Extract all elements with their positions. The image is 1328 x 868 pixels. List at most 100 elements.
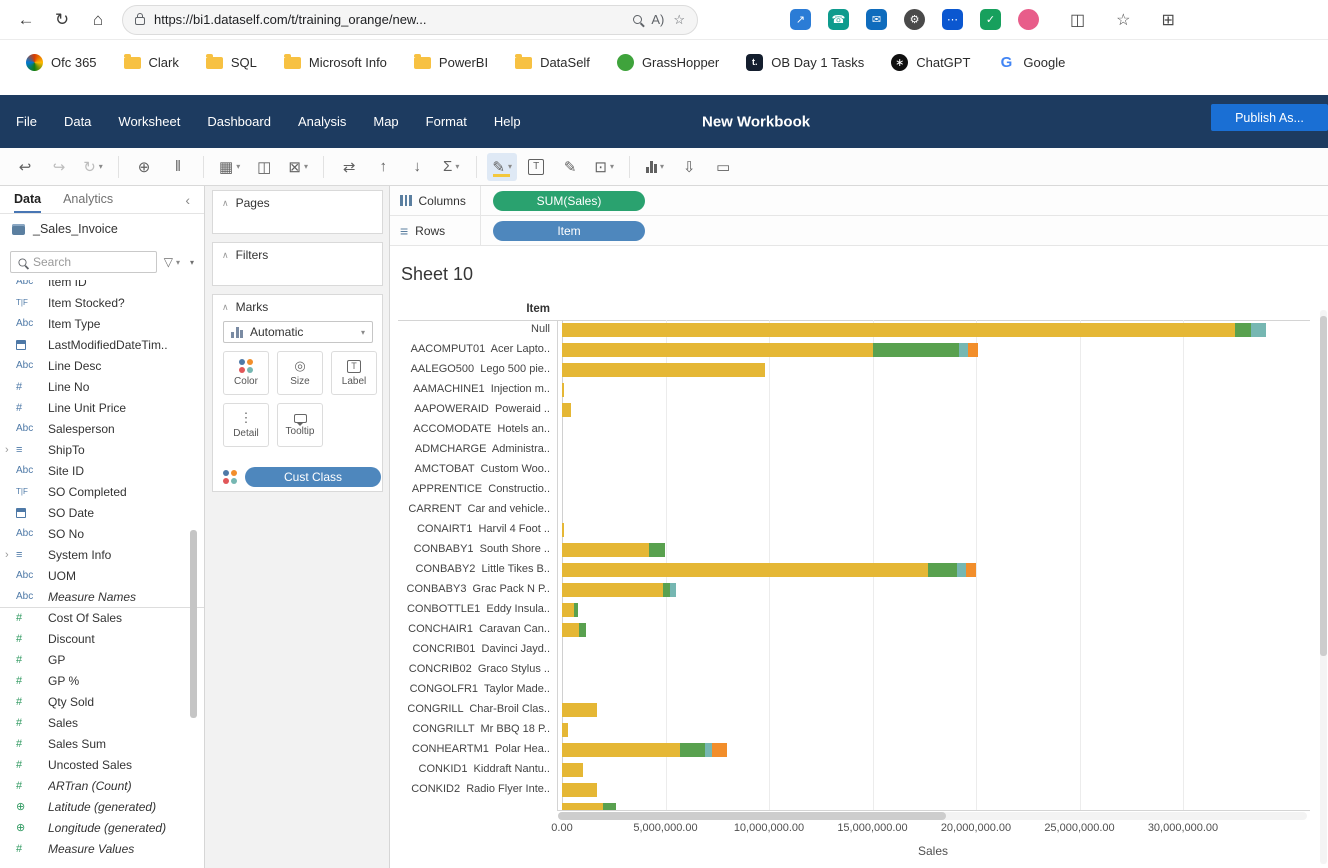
swap-rows-and-columns-icon[interactable]: ⇄	[334, 153, 364, 181]
bar-segment[interactable]	[1251, 323, 1265, 337]
row-label[interactable]: CONCRIB02 Graco Stylus ..	[390, 663, 550, 675]
menu-format[interactable]: Format	[426, 114, 467, 129]
bookmark-clark[interactable]: Clark	[124, 55, 179, 70]
bookmark-ob-day-1-tasks[interactable]: t.OB Day 1 Tasks	[746, 54, 864, 71]
extension-blue-tile-icon[interactable]: ↗	[790, 9, 811, 30]
row-label[interactable]: AALEGO500 Lego 500 pie..	[390, 363, 550, 375]
row-label[interactable]: CONHEARTM1 Polar Hea..	[390, 743, 550, 755]
bar-segment[interactable]	[562, 623, 579, 637]
zoom-out-icon[interactable]	[633, 15, 642, 24]
collapse-icon[interactable]: ∧	[222, 302, 229, 313]
refresh-button[interactable]: ↻	[44, 4, 80, 36]
field-sales[interactable]: #Sales	[0, 712, 204, 733]
bar-segment[interactable]	[562, 783, 597, 797]
label-button[interactable]: TLabel	[331, 351, 377, 395]
bar-segment[interactable]	[1235, 323, 1252, 337]
bookmark-powerbi[interactable]: PowerBI	[414, 55, 488, 70]
bar-segment[interactable]	[957, 563, 965, 577]
bar-segment[interactable]	[562, 803, 603, 810]
extension-phone-icon[interactable]: ☎	[828, 9, 849, 30]
field-longitude-generated-[interactable]: ⊕Longitude (generated)	[0, 817, 204, 838]
field-item-stocked-[interactable]: T|FItem Stocked?	[0, 292, 204, 313]
size-button[interactable]: ◎Size	[277, 351, 323, 395]
fit-icon[interactable]: ⊡▾	[589, 153, 619, 181]
bar-segment[interactable]	[603, 803, 615, 810]
row-label[interactable]: CONBOTTLE1 Eddy Insula..	[390, 603, 550, 615]
field-qty-sold[interactable]: #Qty Sold	[0, 691, 204, 712]
bar-segment[interactable]	[562, 563, 928, 577]
row-label[interactable]: CONBABY3 Grac Pack N P..	[390, 583, 550, 595]
field-system-info[interactable]: ›≡System Info	[0, 544, 204, 565]
bar-segment[interactable]	[574, 603, 577, 617]
url-text[interactable]: https://bi1.dataself.com/t/training_oran…	[154, 12, 624, 27]
bar-segment[interactable]	[959, 343, 967, 357]
collapse-icon[interactable]: ∧	[222, 198, 229, 209]
menu-dashboard[interactable]: Dashboard	[207, 114, 271, 129]
menu-map[interactable]: Map	[373, 114, 398, 129]
horizontal-scrollbar[interactable]	[558, 812, 1307, 820]
field-latitude-generated-[interactable]: ⊕Latitude (generated)	[0, 796, 204, 817]
row-label[interactable]: AAMACHINE1 Injection m..	[390, 383, 550, 395]
rows-shelf[interactable]: ≡ Rows Item	[390, 216, 1328, 246]
bar-segment[interactable]	[562, 363, 765, 377]
bookmark-chatgpt[interactable]: ∗ChatGPT	[891, 54, 970, 71]
field-line-unit-price[interactable]: #Line Unit Price	[0, 397, 204, 418]
pause-auto-updates-icon[interactable]: ‖	[163, 153, 193, 181]
field-discount[interactable]: #Discount	[0, 628, 204, 649]
columns-shelf[interactable]: Columns SUM(Sales)	[390, 186, 1328, 216]
field-lastmodifieddatetim-[interactable]: LastModifiedDateTim..	[0, 334, 204, 355]
expander-icon[interactable]: ›	[5, 444, 9, 456]
row-label[interactable]: AMCTOBAT Custom Woo..	[390, 463, 550, 475]
row-label[interactable]: AAPOWERAID Poweraid ..	[390, 403, 550, 415]
collections-icon[interactable]: ☆	[1116, 10, 1130, 30]
field-measure-values[interactable]: #Measure Values	[0, 838, 204, 859]
field-so-completed[interactable]: T|FSO Completed	[0, 481, 204, 502]
tab-analytics[interactable]: Analytics	[63, 186, 113, 213]
menu-data[interactable]: Data	[64, 114, 91, 129]
row-label[interactable]: CONKID2 Radio Flyer Inte..	[390, 783, 550, 795]
row-label[interactable]: Null	[390, 323, 550, 335]
search-input[interactable]: Search	[10, 251, 157, 273]
vertical-scrollbar[interactable]	[1320, 310, 1327, 864]
menu-analysis[interactable]: Analysis	[298, 114, 346, 129]
view-options-icon[interactable]: ▾	[190, 258, 194, 267]
menu-worksheet[interactable]: Worksheet	[118, 114, 180, 129]
bar-segment[interactable]	[562, 323, 1235, 337]
field-artran-count-[interactable]: #ARTran (Count)	[0, 775, 204, 796]
replay-icon[interactable]: ↻▾	[78, 153, 108, 181]
field-list-scrollbar[interactable]	[190, 530, 197, 718]
field-site-id[interactable]: AbcSite ID	[0, 460, 204, 481]
bar-segment[interactable]	[873, 343, 960, 357]
row-label[interactable]: ACCOMODATE Hotels an..	[390, 423, 550, 435]
publish-button[interactable]: Publish As...	[1211, 104, 1328, 131]
expander-icon[interactable]: ›	[5, 549, 9, 561]
pages-card[interactable]: ∧Pages	[212, 190, 383, 234]
bar-segment[interactable]	[966, 563, 976, 577]
row-label[interactable]: CARRENT Car and vehicle..	[390, 503, 550, 515]
clear-sheet-icon[interactable]: ⊠▾	[283, 153, 313, 181]
show-me-icon[interactable]: ▾	[640, 153, 670, 181]
extension-checkmark-icon[interactable]: ✓	[980, 9, 1001, 30]
totals-icon[interactable]: Σ▾	[436, 153, 466, 181]
field-line-desc[interactable]: AbcLine Desc	[0, 355, 204, 376]
field-measure-names[interactable]: AbcMeasure Names	[0, 586, 204, 607]
detail-button[interactable]: ⋮Detail	[223, 403, 269, 447]
sort-ascending-icon[interactable]: ↑	[368, 153, 398, 181]
row-label[interactable]: CONAIRT1 Harvil 4 Foot ..	[390, 523, 550, 535]
cust-class-pill[interactable]: Cust Class	[245, 467, 381, 487]
field-item-type[interactable]: AbcItem Type	[0, 313, 204, 334]
bar-segment[interactable]	[562, 383, 564, 397]
field-so-no[interactable]: AbcSO No	[0, 523, 204, 544]
bookmark-grasshopper[interactable]: GrassHopper	[617, 54, 719, 71]
row-label[interactable]: CONGRILL Char-Broil Clas..	[390, 703, 550, 715]
highlight-icon[interactable]: ✎▾	[487, 153, 517, 181]
favorite-star-icon[interactable]: ☆	[673, 12, 685, 28]
row-label[interactable]: CONKID1 Kiddraft Nantu..	[390, 763, 550, 775]
field-salesperson[interactable]: AbcSalesperson	[0, 418, 204, 439]
bookmark-microsoft-info[interactable]: Microsoft Info	[284, 55, 387, 70]
bar-segment[interactable]	[562, 763, 583, 777]
new-data-source-icon[interactable]: ⊕	[129, 153, 159, 181]
collapse-icon[interactable]: ∧	[222, 250, 229, 261]
row-label[interactable]: CONGOLFR1 Taylor Made..	[390, 683, 550, 695]
filter-fields-icon[interactable]: ▽▾	[164, 255, 180, 269]
